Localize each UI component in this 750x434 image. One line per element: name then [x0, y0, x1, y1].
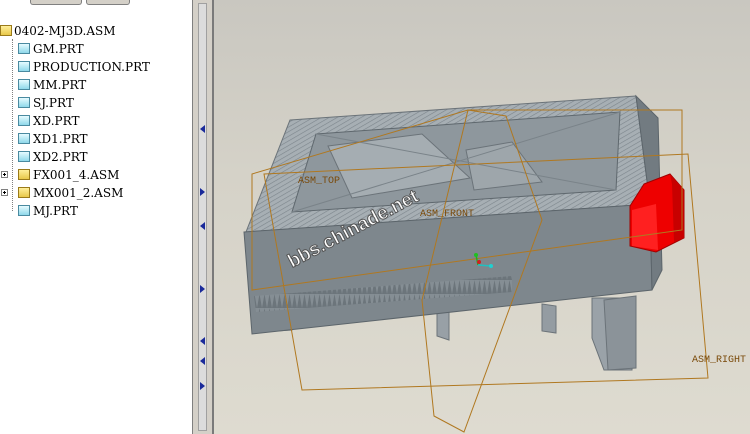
datum-label-front[interactable]: ASM_FRONT: [420, 209, 474, 220]
part-icon: [18, 61, 30, 72]
tree-item-label: XD1.PRT: [33, 132, 88, 146]
assembly-icon: [0, 25, 12, 36]
tree-tab-strip: [0, 0, 192, 5]
expand-right-arrow-icon[interactable]: [200, 285, 205, 293]
tree-connector-line: [12, 39, 13, 211]
viewport-border: [212, 0, 214, 434]
datum-label-top[interactable]: ASM_TOP: [298, 176, 340, 187]
tree-root-label: 0402-MJ3D.ASM: [14, 24, 116, 38]
datum-label-right[interactable]: ASM_RIGHT: [692, 355, 746, 366]
part-icon: [18, 79, 30, 90]
tree-item-label: MJ.PRT: [33, 204, 78, 218]
graphics-viewport[interactable]: ASM_TOP ASM_FRONT ASM_RIGHT bbs.chinade.…: [212, 0, 750, 434]
splitter-track[interactable]: [198, 3, 207, 431]
part-icon: [18, 97, 30, 108]
tree-item-label: MM.PRT: [33, 78, 87, 92]
expand-toggle-icon[interactable]: [1, 171, 8, 178]
expand-right-arrow-icon[interactable]: [200, 188, 205, 196]
model-canvas[interactable]: ASM_TOP ASM_FRONT ASM_RIGHT bbs.chinade.…: [212, 0, 750, 434]
part-icon: [18, 115, 30, 126]
assembly-icon: [18, 187, 30, 198]
part-icon: [18, 205, 30, 216]
tree-tab-right[interactable]: [86, 0, 130, 5]
tree-item-label: SJ.PRT: [33, 96, 74, 110]
collapse-left-arrow-icon[interactable]: [200, 222, 205, 230]
part-icon: [18, 133, 30, 144]
tree-tab-left[interactable]: [30, 0, 82, 5]
model-tree-panel: 0402-MJ3D.ASM GM.PRT PRODUCTION.PRT MM.PRT…: [0, 0, 193, 434]
tree-item-label: XD2.PRT: [33, 150, 88, 164]
tree-item-label: PRODUCTION.PRT: [33, 60, 150, 74]
expand-toggle-icon[interactable]: [1, 189, 8, 196]
tree-item-label: XD.PRT: [33, 114, 80, 128]
collapse-left-arrow-icon[interactable]: [200, 357, 205, 365]
tree-item-label: GM.PRT: [33, 42, 84, 56]
part-icon: [18, 43, 30, 54]
tree-item-label: MX001_2.ASM: [33, 186, 124, 200]
panel-splitter[interactable]: [193, 0, 212, 434]
collapse-left-arrow-icon[interactable]: [200, 125, 205, 133]
assembly-icon: [18, 169, 30, 180]
tree-item-label: FX001_4.ASM: [33, 168, 120, 182]
expand-right-arrow-icon[interactable]: [200, 382, 205, 390]
collapse-left-arrow-icon[interactable]: [200, 337, 205, 345]
part-icon: [18, 151, 30, 162]
